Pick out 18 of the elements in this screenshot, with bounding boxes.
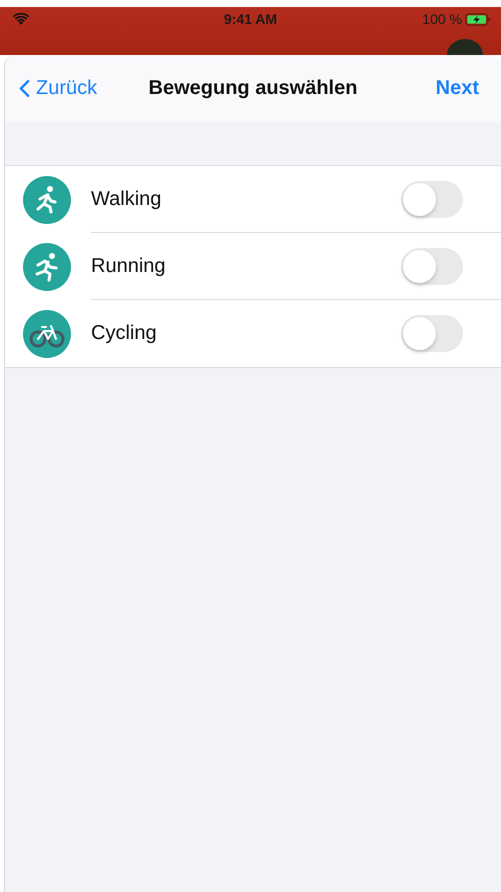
toggle-switch[interactable] [401,180,463,218]
walking-person-icon [23,176,71,224]
sheet-title: Bewegung auswählen [148,77,358,100]
next-button[interactable]: Next [436,77,479,100]
chevron-left-icon [19,79,30,98]
battery-charging-icon [465,12,491,26]
back-button[interactable]: Zurück [19,77,98,100]
activity-label: Walking [91,188,162,210]
bicycle-icon [23,310,71,358]
battery-percent: 100 % [422,11,462,27]
toggle-switch[interactable] [401,315,463,352]
wifi-icon [12,12,30,26]
close-button-background [447,39,483,55]
activity-label: Cycling [91,322,157,345]
running-person-icon [23,242,71,290]
status-time: 9:41 AM [224,11,278,27]
toggle-switch[interactable] [401,248,463,284]
activity-label: Running [91,254,166,278]
